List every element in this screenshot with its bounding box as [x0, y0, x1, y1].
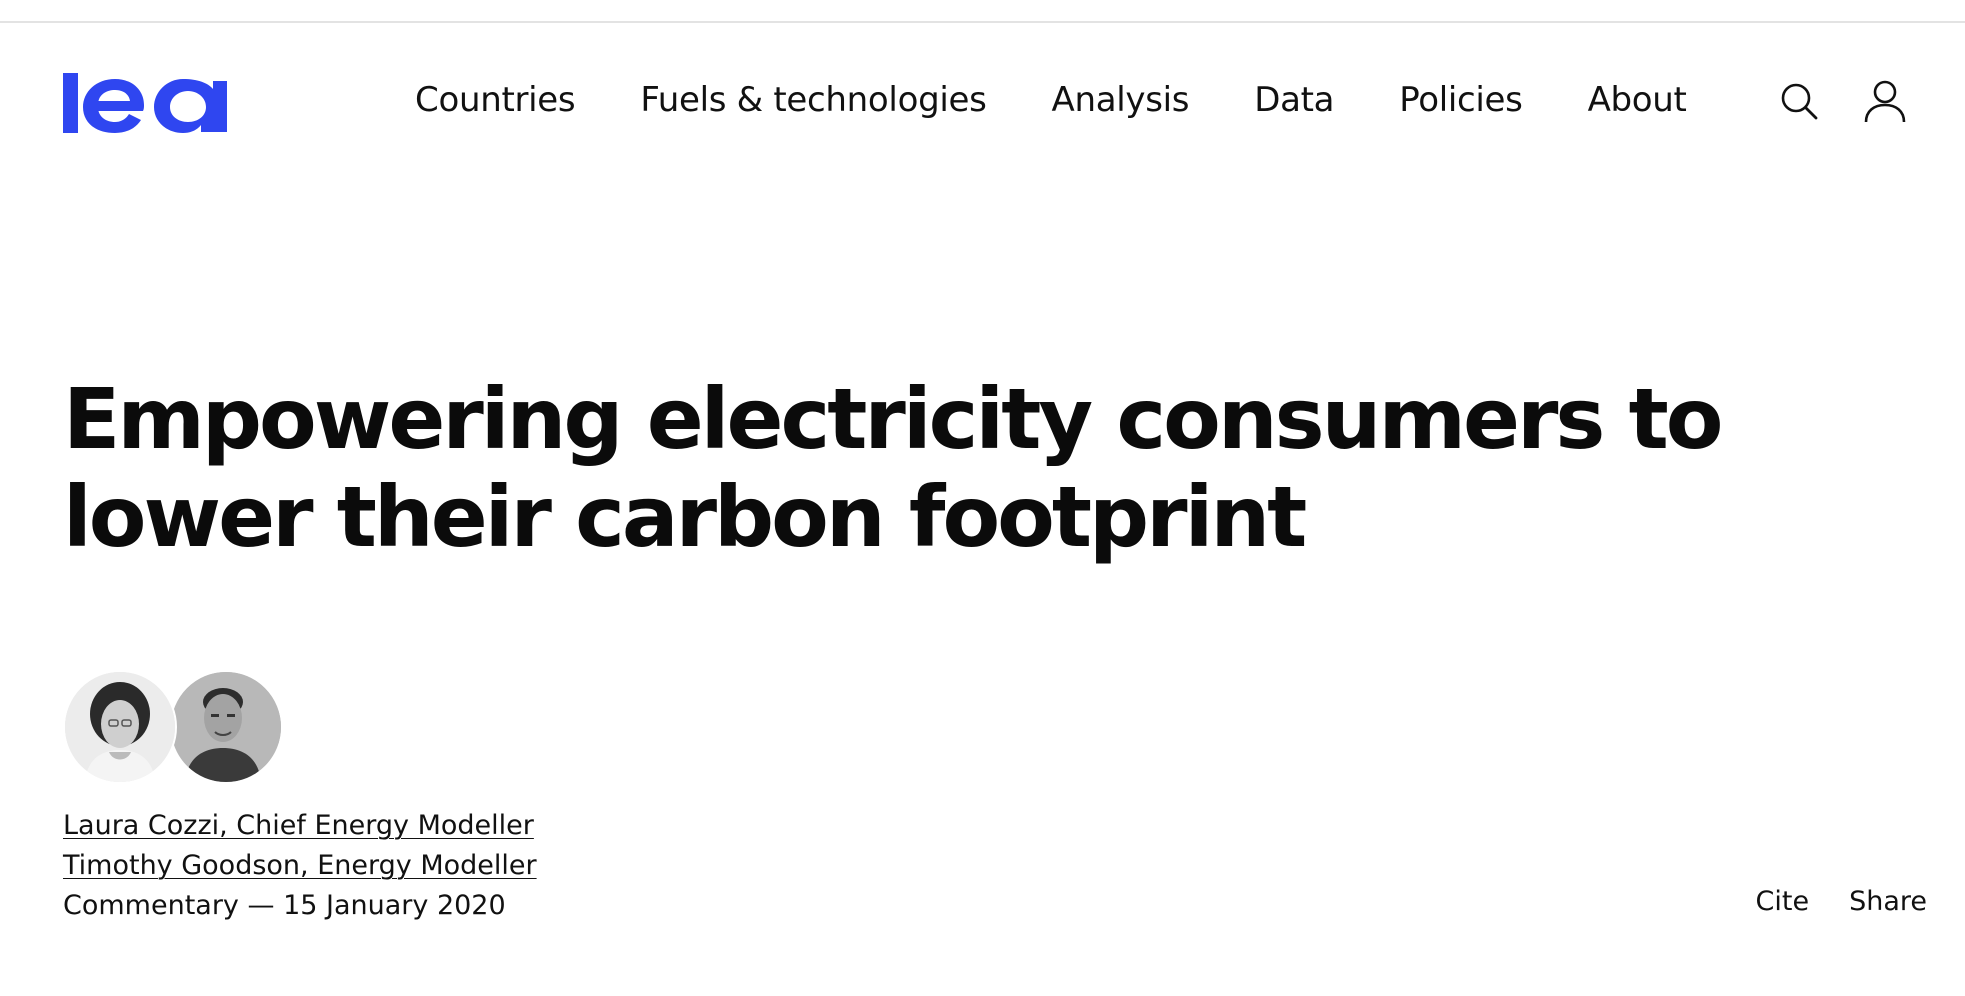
article-byline: Laura Cozzi, Chief Energy Modeller Timot…	[63, 806, 537, 926]
author-photo-icon	[65, 672, 175, 782]
cite-button[interactable]: Cite	[1756, 886, 1810, 917]
author-link-laura-cozzi[interactable]: Laura Cozzi, Chief Energy Modeller	[63, 806, 537, 846]
nav-item-countries[interactable]: Countries	[415, 80, 576, 120]
article-title-line-1: Empowering electricity consumers to	[63, 370, 1723, 468]
article-title-line-2: lower their carbon footprint	[63, 468, 1307, 566]
iea-logo-icon	[63, 73, 227, 133]
nav-item-data[interactable]: Data	[1254, 80, 1334, 120]
article-meta: Commentary — 15 January 2020	[63, 890, 506, 921]
nav-item-fuels-technologies[interactable]: Fuels & technologies	[640, 80, 987, 120]
avatar-laura-cozzi[interactable]	[63, 670, 177, 784]
nav-item-analysis[interactable]: Analysis	[1052, 80, 1190, 120]
user-icon	[1864, 80, 1906, 123]
share-button[interactable]: Share	[1849, 886, 1927, 917]
iea-logo[interactable]	[63, 67, 227, 133]
author-link-timothy-goodson[interactable]: Timothy Goodson, Energy Modeller	[63, 846, 537, 886]
search-icon	[1781, 83, 1818, 120]
author-avatars	[63, 670, 293, 784]
search-button[interactable]	[1776, 78, 1822, 124]
main-nav: Countries Fuels & technologies Analysis …	[415, 78, 1687, 122]
nav-item-policies[interactable]: Policies	[1399, 80, 1523, 120]
avatar-timothy-goodson[interactable]	[169, 670, 283, 784]
site-header: Countries Fuels & technologies Analysis …	[0, 23, 1965, 173]
article-actions: Cite Share	[1716, 886, 1927, 917]
article-title: Empowering electricity consumers to lowe…	[63, 370, 1763, 566]
author-photo-icon	[171, 672, 281, 782]
nav-item-about[interactable]: About	[1588, 80, 1687, 120]
account-button[interactable]	[1862, 78, 1908, 124]
